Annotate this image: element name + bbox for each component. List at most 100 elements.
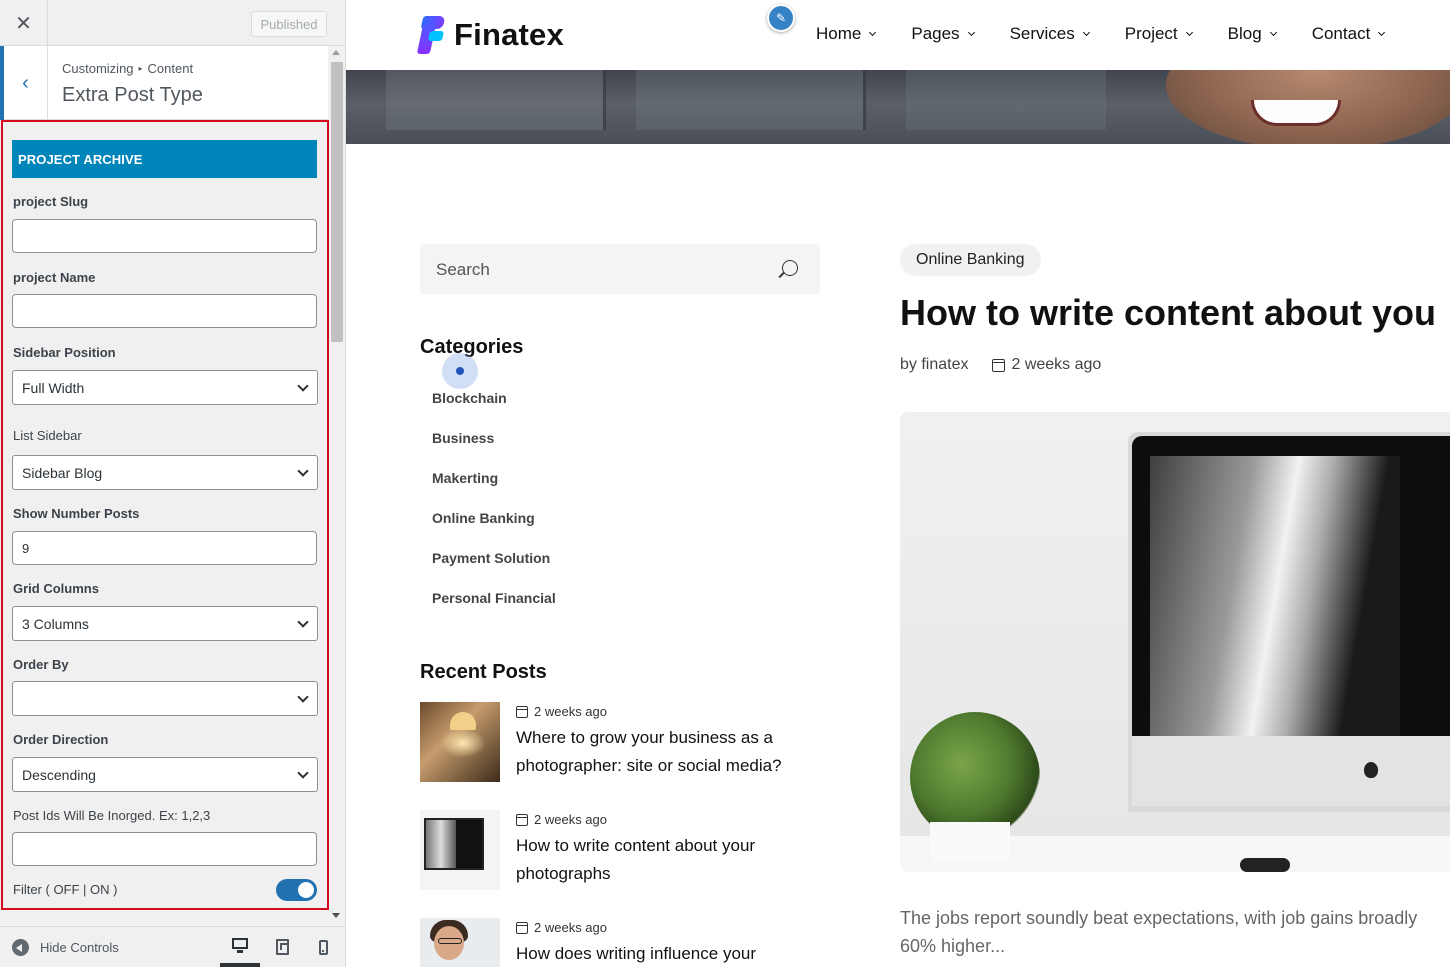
chevron-down-icon (297, 616, 309, 628)
category-link[interactable]: Makerting (432, 470, 556, 510)
categories-title: Categories (420, 336, 524, 358)
close-icon[interactable]: ✕ (0, 0, 48, 46)
nav-label: Pages (911, 24, 960, 43)
grid-columns-value: 3 Columns (22, 615, 89, 632)
logo-mark-icon (416, 14, 446, 56)
toggle-knob (298, 882, 314, 898)
post-ids-input[interactable] (12, 832, 317, 866)
search-box[interactable]: Search (420, 244, 820, 294)
tablet-icon (275, 939, 289, 955)
chevron-down-icon (1082, 28, 1090, 37)
recent-post-date: 2 weeks ago (516, 704, 607, 719)
customizer-header: ✕ Published (0, 0, 345, 46)
breadcrumb: Customizing ▸ Content (62, 61, 193, 76)
desktop-icon (232, 937, 248, 953)
site-logo[interactable]: Finatex (416, 14, 564, 56)
recent-post-thumbnail[interactable] (420, 810, 500, 890)
order-by-select[interactable] (12, 681, 318, 716)
chevron-down-icon (1378, 28, 1386, 37)
post-date: 2 weeks ago (1011, 356, 1102, 373)
search-icon[interactable] (782, 260, 798, 276)
section-header: ‹ Customizing ▸ Content Extra Post Type (0, 46, 328, 120)
recent-post-date-text: 2 weeks ago (534, 704, 607, 719)
recent-post-date: 2 weeks ago (516, 812, 607, 827)
nav-label: Project (1124, 24, 1178, 43)
filter-toggle[interactable] (276, 879, 317, 901)
chevron-down-icon (297, 465, 309, 477)
category-link[interactable]: Business (432, 430, 556, 470)
order-direction-label: Order Direction (13, 732, 109, 747)
project-name-input[interactable] (12, 294, 317, 328)
post-featured-image[interactable] (900, 412, 1450, 872)
hero-banner-image (346, 70, 1450, 144)
post-meta: by finatex 2 weeks ago (900, 356, 1101, 374)
category-link[interactable]: Personal Financial (432, 590, 556, 630)
recent-post-thumbnail[interactable] (420, 702, 500, 782)
sidebar-position-select[interactable]: Full Width (12, 370, 318, 405)
customizer-footer: Hide Controls (0, 926, 345, 967)
project-name-label: project Name (13, 270, 96, 285)
nav-label: Home (816, 24, 862, 43)
filter-label: Filter ( OFF | ON ) (13, 882, 118, 897)
cursor-indicator (442, 353, 478, 389)
recent-post-link[interactable]: How does writing influence your (516, 940, 816, 967)
recent-post-date: 2 weeks ago (516, 920, 607, 935)
recent-post-item: 2 weeks ago How to write content about y… (420, 810, 820, 896)
mobile-icon (318, 939, 328, 955)
recent-post-link[interactable]: How to write content about your photogra… (516, 832, 816, 888)
chevron-down-icon (297, 767, 309, 779)
search-input[interactable]: Search (436, 260, 490, 280)
recent-post-link[interactable]: Where to grow your business as a photogr… (516, 724, 816, 780)
main-nav: Home Pages Services Project Blog Contact (816, 24, 1386, 44)
grid-columns-select[interactable]: 3 Columns (12, 606, 318, 641)
scrollbar[interactable] (329, 46, 345, 926)
nav-item-project[interactable]: Project (1124, 24, 1193, 44)
post-title[interactable]: How to write content about you (900, 292, 1436, 334)
preview-desktop-button[interactable] (220, 927, 260, 967)
calendar-icon (516, 921, 528, 934)
preview-tablet-button[interactable] (262, 927, 302, 967)
calendar-icon (516, 705, 528, 718)
show-number-posts-input[interactable]: 9 (12, 531, 317, 565)
site-preview: Finatex ✎ Home Pages Services Project Bl… (346, 0, 1450, 967)
nav-label: Services (1009, 24, 1075, 43)
breadcrumb-separator-icon: ▸ (138, 64, 143, 73)
scroll-up-icon[interactable] (332, 50, 340, 55)
hide-controls-button[interactable]: Hide Controls (12, 939, 119, 956)
calendar-icon (516, 813, 528, 826)
category-link[interactable]: Blockchain (432, 390, 556, 430)
post-excerpt: The jobs report soundly beat expectation… (900, 904, 1450, 960)
order-direction-select[interactable]: Descending (12, 757, 318, 792)
post-category-badge[interactable]: Online Banking (900, 244, 1041, 276)
recent-post-date-text: 2 weeks ago (534, 812, 607, 827)
post-author[interactable]: by finatex (900, 356, 968, 374)
scrollbar-thumb[interactable] (331, 62, 343, 342)
list-sidebar-value: Sidebar Blog (22, 464, 103, 481)
recent-posts-title: Recent Posts (420, 661, 547, 683)
nav-item-home[interactable]: Home (816, 24, 877, 44)
collapse-icon (12, 939, 29, 956)
project-slug-input[interactable] (12, 219, 317, 253)
chevron-down-icon (297, 380, 309, 392)
recent-post-thumbnail[interactable] (420, 918, 500, 967)
category-link[interactable]: Payment Solution (432, 550, 556, 590)
nav-label: Blog (1227, 24, 1262, 43)
preview-mobile-button[interactable] (303, 927, 343, 967)
list-sidebar-label: List Sidebar (13, 428, 82, 443)
nav-item-blog[interactable]: Blog (1227, 24, 1277, 44)
sidebar-position-value: Full Width (22, 379, 85, 396)
publish-button[interactable]: Published (251, 11, 327, 37)
edit-shortcut-pencil-icon[interactable]: ✎ (767, 4, 795, 32)
scroll-down-icon[interactable] (332, 913, 340, 918)
apple-logo-icon (1364, 762, 1378, 778)
back-icon[interactable]: ‹ (0, 46, 48, 120)
nav-item-contact[interactable]: Contact (1312, 24, 1386, 44)
grid-columns-label: Grid Columns (13, 581, 99, 596)
list-sidebar-select[interactable]: Sidebar Blog (12, 455, 318, 490)
chevron-down-icon (1269, 28, 1277, 37)
panel-heading: PROJECT ARCHIVE (12, 140, 317, 178)
category-link[interactable]: Online Banking (432, 510, 556, 550)
breadcrumb-item: Customizing (62, 61, 134, 76)
nav-item-pages[interactable]: Pages (911, 24, 975, 44)
nav-item-services[interactable]: Services (1009, 24, 1090, 44)
